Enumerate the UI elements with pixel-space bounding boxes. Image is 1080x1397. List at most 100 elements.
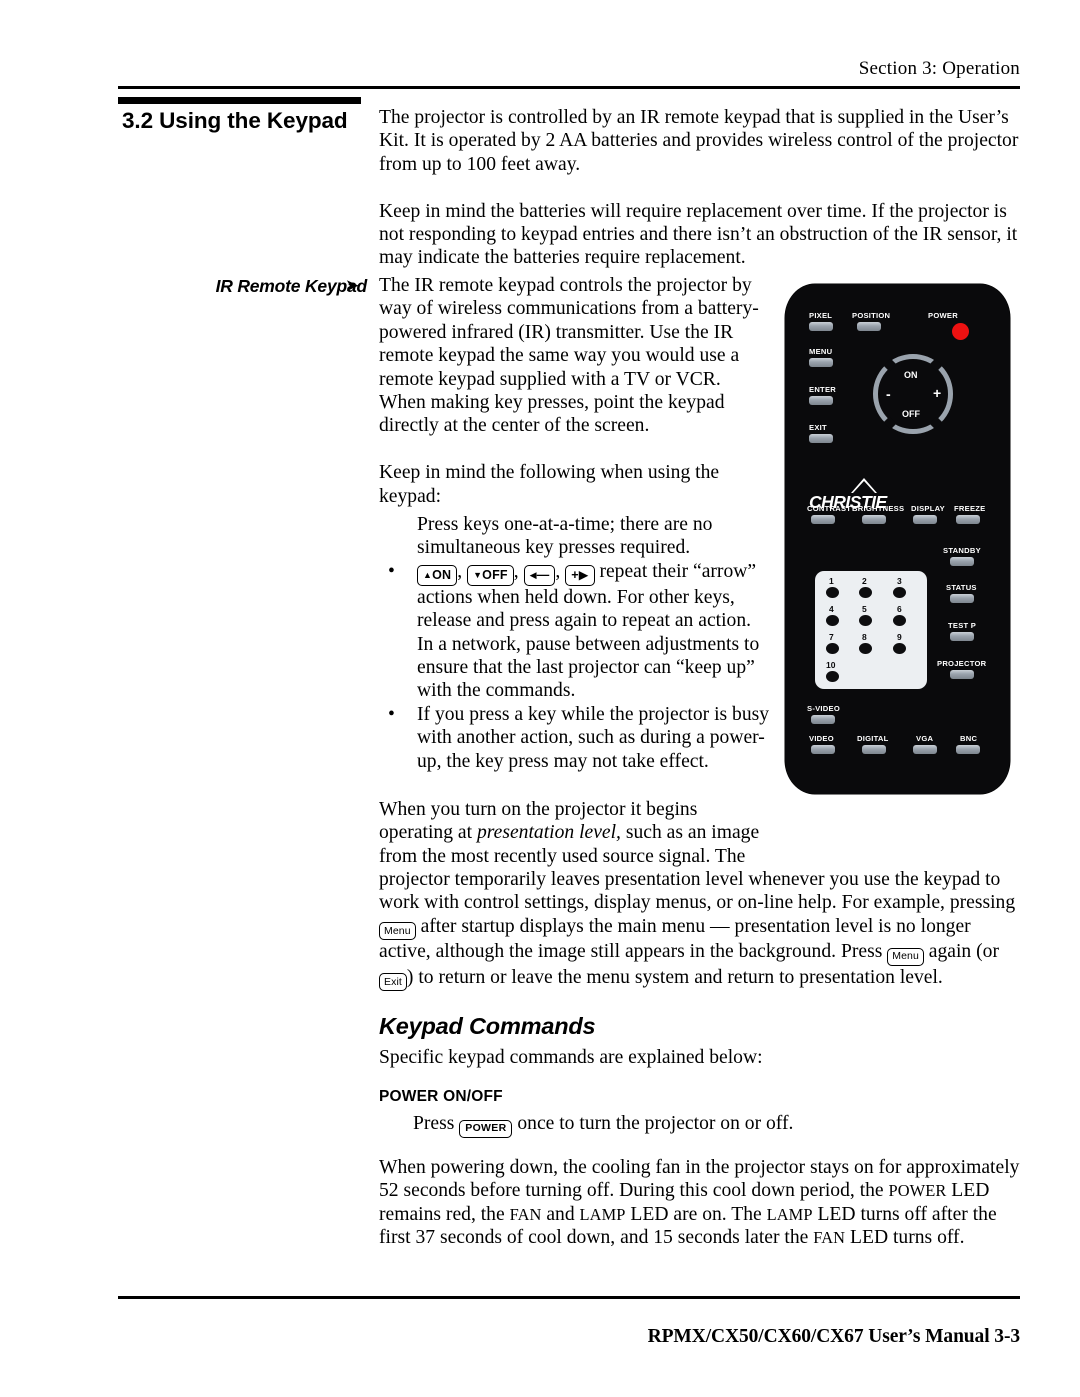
triangle-left-icon: ◀: [529, 569, 537, 580]
enter-button[interactable]: [809, 396, 833, 405]
press-suffix: once to turn the projector on or off.: [512, 1113, 794, 1134]
comma-1: ,: [457, 560, 468, 582]
ir-remote-keypad-illustration: PIXEL POSITION POWER MENU ENTER EXIT ON …: [785, 284, 1010, 794]
key-4-button[interactable]: [826, 615, 839, 626]
keypad-commands-heading: Keypad Commands: [379, 1013, 596, 1039]
standby-label: STANDBY: [943, 546, 981, 555]
display-button[interactable]: [913, 515, 937, 524]
position-button[interactable]: [857, 322, 881, 331]
ring-off-label: OFF: [902, 409, 920, 419]
list-item: • ▲ON, ▼OFF, ◀—, +▶ repeat their “arrow”…: [379, 560, 772, 703]
display-label: DISPLAY: [911, 504, 945, 513]
key-8-button[interactable]: [859, 643, 872, 654]
key-10-label: 10: [826, 660, 836, 670]
cooldown-f: LED turns off.: [845, 1227, 965, 1249]
vga-button[interactable]: [913, 745, 937, 754]
enter-label: ENTER: [809, 385, 836, 394]
lamp-led-term: LAMP: [766, 1204, 813, 1224]
key-9-button[interactable]: [893, 643, 906, 654]
intro-block: The projector is controlled by an IR rem…: [379, 106, 1020, 270]
list-item: • If you press a key while the projector…: [379, 703, 772, 773]
test-p-button[interactable]: [950, 632, 974, 641]
presentation-level-italic: presentation level,: [476, 822, 621, 844]
key-3-label: 3: [897, 576, 902, 586]
lamp-led-term: LAMP: [579, 1204, 626, 1224]
key-3-button[interactable]: [893, 587, 906, 598]
key-7-label: 7: [829, 632, 834, 642]
power-on-off-subheading: POWER ON/OFF: [379, 1088, 503, 1105]
projector-button[interactable]: [950, 670, 974, 679]
bullet-list: Press keys one-at-a-time; there are no s…: [379, 513, 772, 773]
key-6-label: 6: [897, 604, 902, 614]
intro-paragraph-2: Keep in mind the batteries will require …: [379, 200, 1018, 269]
presentation-seg-3: after startup displays the main menu — p…: [379, 915, 971, 963]
comma-2: ,: [513, 560, 524, 582]
ir-paragraph-2: Keep in mind the following when using th…: [379, 462, 720, 507]
vga-label: VGA: [916, 734, 934, 743]
header-rule: [118, 86, 1020, 89]
video-button[interactable]: [811, 745, 835, 754]
projector-label: PROJECTOR: [937, 659, 987, 668]
pixel-label: PIXEL: [809, 311, 833, 320]
presentation-block-narrow: When you turn on the projector it begins…: [379, 798, 772, 868]
side-head-label: IR Remote Keypad: [215, 276, 368, 296]
power-key-icon: POWER: [459, 1119, 513, 1138]
freeze-button[interactable]: [956, 515, 980, 524]
cooldown-paragraph: When powering down, the cooling fan in t…: [379, 1156, 1020, 1250]
key-10-button[interactable]: [826, 671, 839, 682]
power-led-indicator: [952, 323, 969, 340]
footer-rule: [118, 1296, 1020, 1299]
cooldown-d: LED are on. The: [625, 1203, 767, 1225]
presentation-seg-5: ) to return or leave the menu system and…: [406, 966, 943, 988]
running-head: Section 3: Operation: [858, 58, 1020, 79]
bnc-button[interactable]: [956, 745, 980, 754]
power-on-key-label: ON: [432, 567, 452, 582]
digital-label: DIGITAL: [857, 734, 889, 743]
triangle-down-icon: ▼: [473, 569, 483, 580]
key-4-label: 4: [829, 604, 834, 614]
brightness-button[interactable]: [862, 515, 886, 524]
position-label: POSITION: [852, 311, 891, 320]
brightness-label: BRIGHTNESS: [852, 504, 905, 513]
press-prefix: Press: [413, 1113, 460, 1134]
menu-key-icon: Menu: [887, 947, 924, 966]
contrast-button[interactable]: [811, 515, 835, 524]
digital-button[interactable]: [862, 745, 886, 754]
test-p-label: TEST P: [948, 621, 977, 630]
key-2-button[interactable]: [859, 587, 872, 598]
keypad-commands-intro: Specific keypad commands are explained b…: [379, 1047, 763, 1068]
arrow-pad[interactable]: ON OFF - +: [873, 354, 953, 434]
s-video-button[interactable]: [811, 715, 835, 724]
freeze-label: FREEZE: [954, 504, 986, 513]
ring-plus-label: +: [933, 385, 942, 401]
s-video-label: S-VIDEO: [807, 704, 840, 713]
ir-paragraph-1: The IR remote keypad controls the projec…: [379, 275, 759, 437]
numeric-keypad[interactable]: 1 2 3 4 5 6 7 8 9 10: [815, 571, 927, 689]
right-arrow-icon: ➤: [345, 276, 360, 295]
key-7-button[interactable]: [826, 643, 839, 654]
intro-paragraph-1: The projector is controlled by an IR rem…: [379, 107, 1019, 175]
fan-led-term: FAN: [509, 1204, 542, 1224]
menu-button[interactable]: [809, 358, 833, 367]
exit-button[interactable]: [809, 434, 833, 443]
power-led-term: POWER: [888, 1181, 947, 1201]
exit-label: EXIT: [809, 423, 827, 432]
menu-key-icon: Menu: [379, 922, 416, 941]
key-6-button[interactable]: [893, 615, 906, 626]
section-heading-bar: [118, 97, 361, 104]
bullet-1-text: Press keys one-at-a-time; there are no s…: [417, 514, 713, 559]
plus-key-label: +▶: [571, 567, 589, 582]
plus-right-key-icon: +▶: [565, 564, 595, 586]
key-5-button[interactable]: [859, 615, 872, 626]
fan-led-term: FAN: [813, 1228, 846, 1248]
minus-left-key-icon: ◀—: [523, 564, 556, 586]
pixel-button[interactable]: [809, 322, 833, 331]
ir-keypad-block: The IR remote keypad controls the projec…: [379, 274, 772, 508]
key-9-label: 9: [897, 632, 902, 642]
status-button[interactable]: [950, 594, 974, 603]
key-2-label: 2: [862, 576, 867, 586]
key-1-button[interactable]: [826, 587, 839, 598]
status-label: STATUS: [946, 583, 977, 592]
power-on-key-icon: ▲ON: [417, 564, 458, 586]
standby-button[interactable]: [950, 557, 974, 566]
